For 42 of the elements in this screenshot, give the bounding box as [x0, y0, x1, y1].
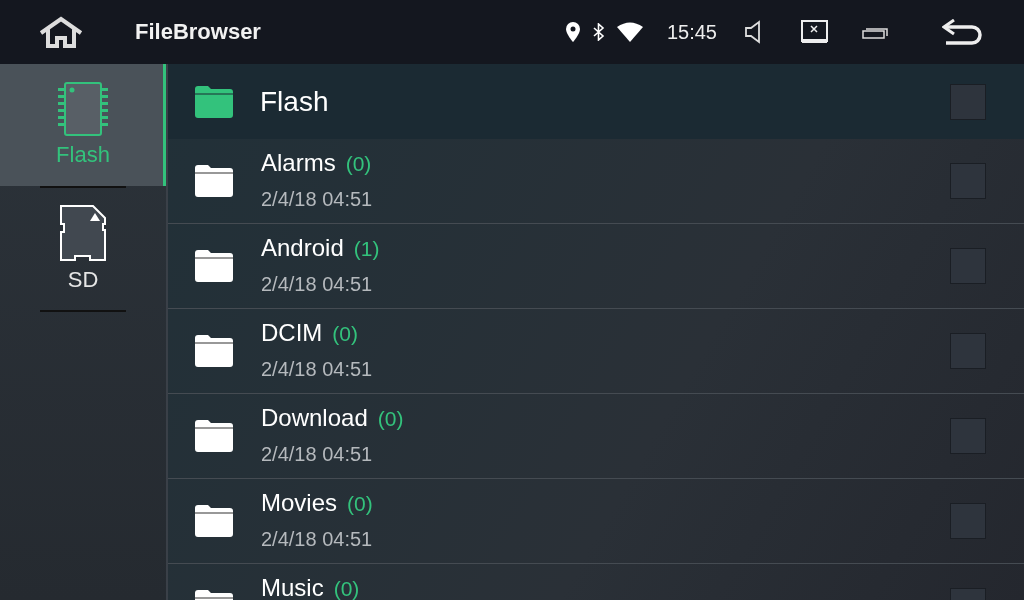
- bluetooth-icon: [591, 23, 605, 41]
- checkbox[interactable]: [950, 333, 986, 369]
- item-count: (0): [333, 578, 360, 599]
- item-count: (0): [332, 323, 358, 344]
- folder-icon: [194, 164, 234, 198]
- folder-icon: [194, 84, 234, 119]
- item-count: (0): [377, 408, 404, 429]
- folder-name[interactable]: DCIM: [261, 321, 323, 345]
- checkbox[interactable]: [950, 83, 986, 120]
- item-count: (0): [345, 153, 372, 174]
- clock-time: 15:45: [666, 20, 717, 44]
- chip-icon: [58, 82, 108, 136]
- modified-date: 2/4/18 04:51: [261, 444, 374, 464]
- checkbox[interactable]: [950, 418, 986, 454]
- folder-name[interactable]: Music: [261, 576, 324, 600]
- item-count: (1): [353, 238, 380, 259]
- speaker-icon[interactable]: [745, 20, 761, 44]
- sidebar-item[interactable]: SD: [0, 188, 166, 310]
- location-icon: [565, 22, 580, 42]
- wifi-icon: [616, 22, 643, 42]
- sd-card-icon: [60, 205, 106, 261]
- folder-name[interactable]: Download: [261, 406, 368, 430]
- checkbox[interactable]: [950, 503, 986, 539]
- modified-date: 2/4/18 04:51: [261, 274, 374, 294]
- screen-off-icon[interactable]: [801, 20, 828, 44]
- folder-name[interactable]: Movies: [261, 491, 338, 515]
- recent-apps-icon[interactable]: [862, 25, 888, 39]
- current-folder-name: Flash: [260, 85, 329, 118]
- modified-date: 2/4/18 04:51: [261, 529, 373, 549]
- folder-icon: [194, 334, 234, 368]
- checkbox[interactable]: [950, 163, 986, 199]
- home-icon[interactable]: [37, 16, 85, 48]
- folder-icon: [194, 504, 234, 538]
- modified-date: 2/4/18 04:51: [261, 359, 373, 379]
- folder-icon: [194, 249, 234, 283]
- item-count: (0): [347, 493, 373, 514]
- folder-name[interactable]: Android: [261, 236, 344, 260]
- folder-name[interactable]: Alarms: [261, 151, 336, 175]
- checkbox[interactable]: [950, 248, 986, 284]
- app-title: FileBrowser: [135, 19, 261, 45]
- modified-date: 2/4/18 04:51: [261, 189, 373, 209]
- folder-icon: [194, 419, 234, 453]
